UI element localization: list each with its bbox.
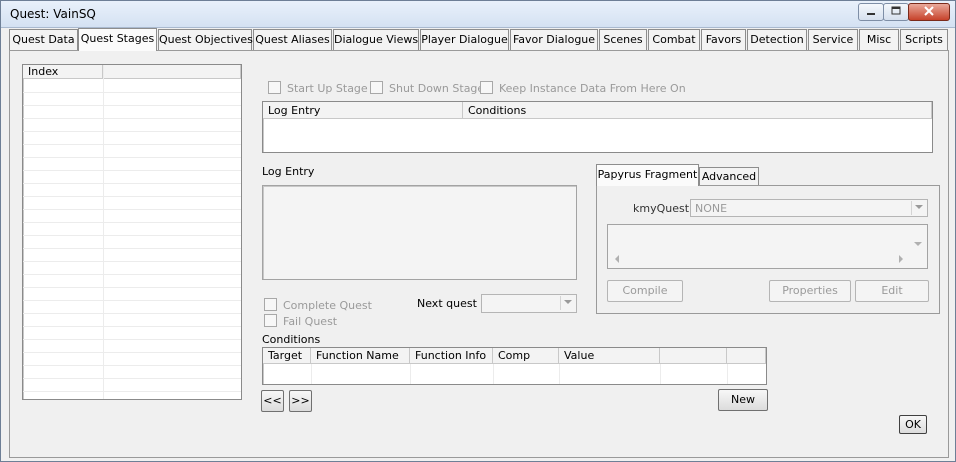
kmyquest-label: kmyQuest — [633, 202, 690, 215]
blank-column-header-2[interactable] — [727, 348, 766, 364]
tab-detection[interactable]: Detection — [747, 29, 807, 50]
properties-button[interactable]: Properties — [769, 280, 851, 302]
log-entry-label: Log Entry — [262, 165, 315, 178]
next-quest-dropdown[interactable] — [481, 294, 577, 313]
target-column-header[interactable]: Target — [263, 348, 311, 364]
chevron-down-icon — [560, 296, 575, 310]
scroll-left-icon[interactable] — [613, 254, 621, 264]
blank-column-header-1[interactable] — [660, 348, 727, 364]
chevron-down-icon — [911, 201, 926, 215]
tab-quest-data[interactable]: Quest Data — [9, 29, 78, 50]
tab-advanced[interactable]: Advanced — [699, 167, 759, 186]
log-entry-textbox[interactable] — [262, 185, 577, 280]
tab-service[interactable]: Service — [808, 29, 858, 50]
compile-button[interactable]: Compile — [607, 280, 683, 302]
window-title: Quest: VainSQ — [10, 7, 96, 21]
keep-instance-data-checkbox[interactable]: Keep Instance Data From Here On — [480, 81, 686, 95]
tab-combat[interactable]: Combat — [648, 29, 700, 50]
quest-window: Quest: VainSQ Quest Data Quest Stages Qu… — [0, 0, 956, 462]
tab-scripts[interactable]: Scripts — [900, 29, 948, 50]
function-info-column-header[interactable]: Function Info — [410, 348, 493, 364]
tab-favors[interactable]: Favors — [701, 29, 746, 50]
previous-stage-button[interactable]: << — [261, 390, 284, 412]
kmyquest-dropdown[interactable]: NONE — [690, 199, 928, 217]
log-entry-table[interactable]: Log Entry Conditions — [262, 101, 933, 153]
tab-papyrus-fragment[interactable]: Papyrus Fragment — [596, 164, 699, 186]
tab-scenes[interactable]: Scenes — [599, 29, 647, 50]
tab-player-dialogue[interactable]: Player Dialogue — [420, 29, 509, 50]
next-quest-label: Next quest — [417, 297, 477, 310]
scroll-right-icon[interactable] — [897, 254, 905, 264]
log-entry-column-header[interactable]: Log Entry — [263, 102, 463, 119]
close-icon — [924, 6, 934, 16]
conditions-table[interactable]: Target Function Name Function Info Comp … — [262, 347, 767, 385]
complete-quest-checkbox[interactable]: Complete Quest — [264, 298, 372, 312]
stage-index-list[interactable]: Index — [22, 64, 242, 400]
minimize-icon — [867, 13, 875, 15]
title-bar: Quest: VainSQ — [1, 1, 955, 28]
maximize-button[interactable] — [883, 3, 909, 21]
function-name-column-header[interactable]: Function Name — [311, 348, 410, 364]
edit-button[interactable]: Edit — [855, 280, 929, 302]
index-column-header[interactable]: Index — [23, 65, 103, 79]
new-condition-button[interactable]: New — [718, 389, 768, 411]
comp-column-header[interactable]: Comp — [493, 348, 559, 364]
ok-button[interactable]: OK — [899, 415, 927, 434]
tab-misc[interactable]: Misc — [859, 29, 899, 50]
papyrus-script-box[interactable] — [607, 224, 928, 269]
value-column-header[interactable]: Value — [559, 348, 660, 364]
tab-quest-stages[interactable]: Quest Stages — [78, 28, 157, 51]
tab-dialogue-views[interactable]: Dialogue Views — [333, 29, 419, 50]
tab-favor-dialogue[interactable]: Favor Dialogue — [510, 29, 598, 50]
close-button[interactable] — [908, 3, 950, 21]
next-stage-button[interactable]: >> — [289, 390, 312, 412]
minimize-button[interactable] — [858, 3, 884, 21]
scroll-down-icon[interactable] — [913, 240, 923, 248]
index-column-header-blank[interactable] — [103, 65, 241, 79]
tab-quest-objectives[interactable]: Quest Objectives — [158, 29, 253, 50]
conditions-label: Conditions — [262, 333, 321, 346]
conditions-column-header[interactable]: Conditions — [463, 102, 932, 119]
fail-quest-checkbox[interactable]: Fail Quest — [264, 314, 337, 328]
maximize-icon — [891, 6, 901, 15]
shut-down-stage-checkbox[interactable]: Shut Down Stage — [370, 81, 484, 95]
tab-quest-aliases[interactable]: Quest Aliases — [253, 29, 332, 50]
start-up-stage-checkbox[interactable]: Start Up Stage — [268, 81, 368, 95]
